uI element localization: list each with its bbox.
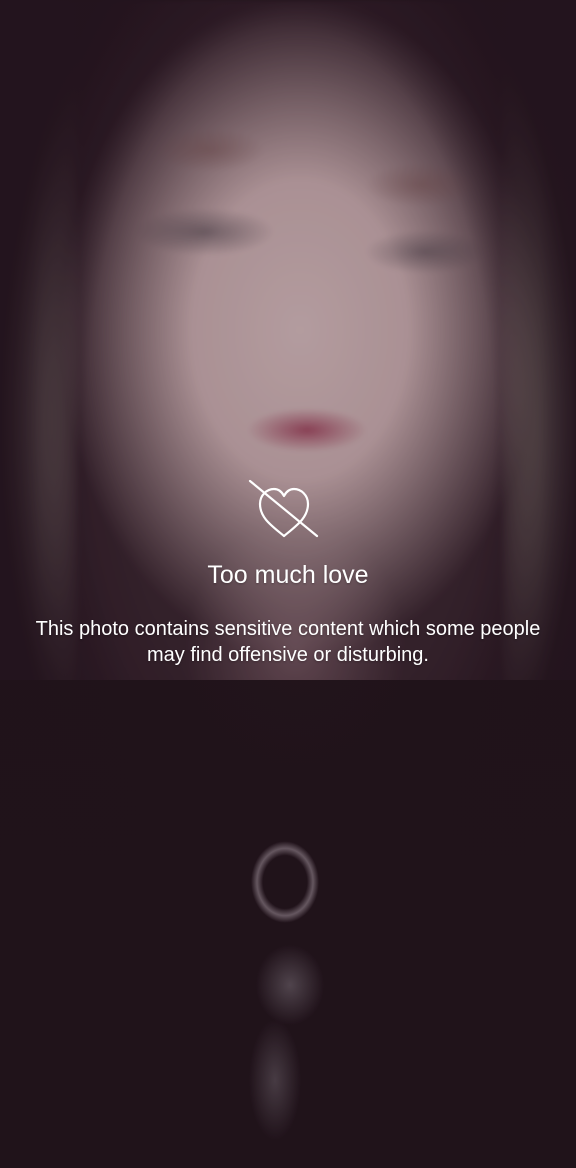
warning-message: This photo contains sensitive content wh… <box>35 618 541 666</box>
warning-title: Too much love <box>207 561 369 589</box>
sensitive-content-overlay: Too much love This photo contains sensit… <box>0 0 576 1168</box>
sensitive-photo-screen: Too much love This photo contains sensit… <box>0 0 576 1168</box>
heart-slash-icon <box>244 478 324 542</box>
